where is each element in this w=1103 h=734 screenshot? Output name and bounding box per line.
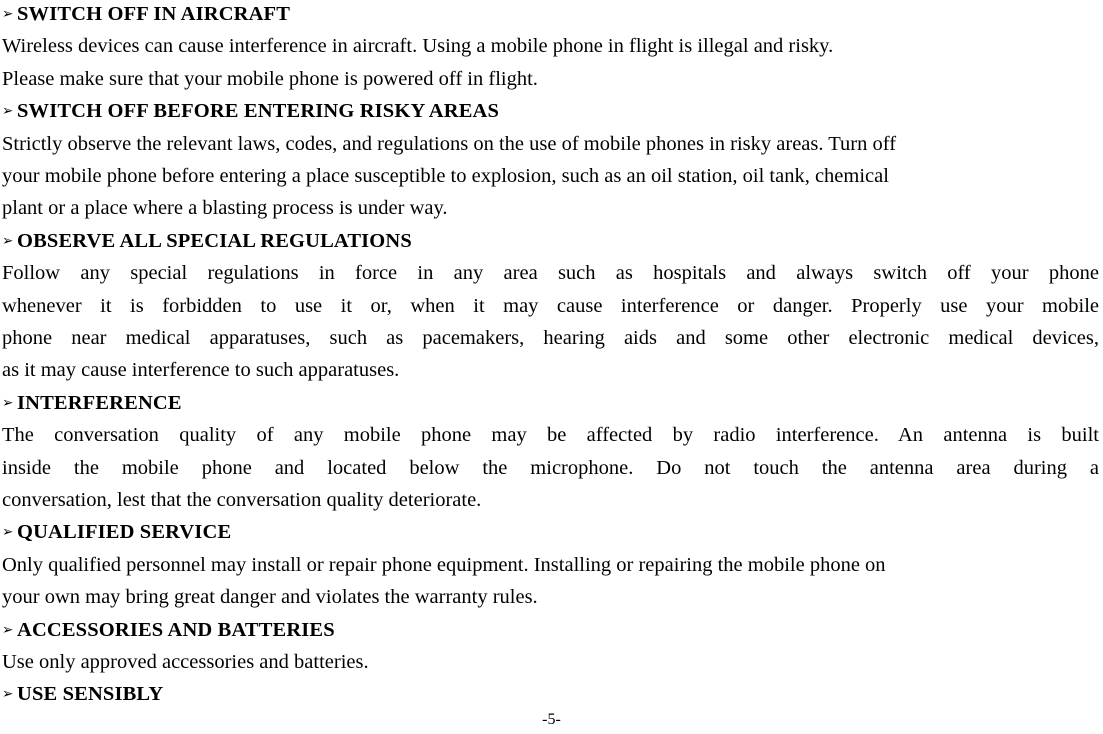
body-line: Only qualified personnel may install or … [2, 553, 886, 576]
section-heading-label: INTERFERENCE [17, 391, 182, 414]
section-body: Strictly observe the relevant laws, code… [2, 128, 1099, 225]
body-line: phone near medical apparatuses, such as … [2, 326, 1099, 349]
body-line: Wireless devices can cause interference … [2, 35, 834, 58]
body-line: your own may bring great danger and viol… [2, 586, 538, 609]
section-heading: ➢ INTERFERENCE [2, 387, 1099, 419]
section-heading: ➢ OBSERVE ALL SPECIAL REGULATIONS [2, 225, 1099, 257]
body-line: conversation, lest that the conversation… [2, 488, 482, 511]
body-line: Strictly observe the relevant laws, code… [2, 132, 897, 155]
body-line: as it may cause interference to such app… [2, 359, 400, 382]
section-heading-label: SWITCH OFF BEFORE ENTERING RISKY AREAS [17, 100, 500, 123]
body-line: plant or a place where a blasting proces… [2, 197, 448, 220]
section-heading-label: SWITCH OFF IN AIRCRAFT [17, 3, 291, 25]
section-heading-label: OBSERVE ALL SPECIAL REGULATIONS [17, 229, 412, 252]
body-line: Please make sure that your mobile phone … [2, 67, 538, 90]
section-body: Use only approved accessories and batter… [2, 646, 1099, 678]
section-heading: ➢ ACCESSORIES AND BATTERIES [2, 614, 1099, 646]
arrow-bullet-icon: ➢ [2, 524, 14, 541]
section-heading: ➢ SWITCH OFF BEFORE ENTERING RISKY AREAS [2, 95, 1099, 127]
section-heading-label: ACCESSORIES AND BATTERIES [17, 618, 335, 641]
body-line: inside the mobile phone and located belo… [2, 456, 1099, 479]
arrow-bullet-icon: ➢ [2, 6, 14, 22]
arrow-bullet-icon: ➢ [2, 686, 14, 703]
document-page: ➢ SWITCH OFF IN AIRCRAFT Wireless devices … [0, 0, 1103, 734]
arrow-bullet-icon: ➢ [2, 232, 14, 249]
arrow-bullet-icon: ➢ [2, 621, 14, 638]
arrow-bullet-icon: ➢ [2, 103, 14, 120]
section-heading: ➢ QUALIFIED SERVICE [2, 516, 1099, 548]
section-body: Follow any special regulations in force … [2, 257, 1099, 387]
section-body: Only qualified personnel may install or … [2, 549, 1099, 614]
section-body: The conversation quality of any mobile p… [2, 419, 1099, 516]
page-number: -5- [542, 711, 561, 728]
page-content: ➢ SWITCH OFF IN AIRCRAFT Wireless devices … [2, 0, 1099, 711]
body-line: your mobile phone before entering a plac… [2, 164, 889, 187]
section-heading-label: USE SENSIBLY [17, 683, 164, 706]
body-line: Follow any special regulations in force … [2, 262, 1099, 285]
section-heading-label: QUALIFIED SERVICE [17, 521, 232, 544]
section-body: Wireless devices can cause interference … [2, 30, 1099, 95]
arrow-bullet-icon: ➢ [2, 394, 14, 411]
section-heading: ➢ USE SENSIBLY [2, 678, 1099, 710]
body-line: The conversation quality of any mobile p… [2, 424, 1099, 447]
body-line: Use only approved accessories and batter… [2, 650, 369, 673]
section-heading: ➢ SWITCH OFF IN AIRCRAFT [2, 0, 1099, 30]
body-line: whenever it is forbidden to use it or, w… [2, 294, 1099, 317]
